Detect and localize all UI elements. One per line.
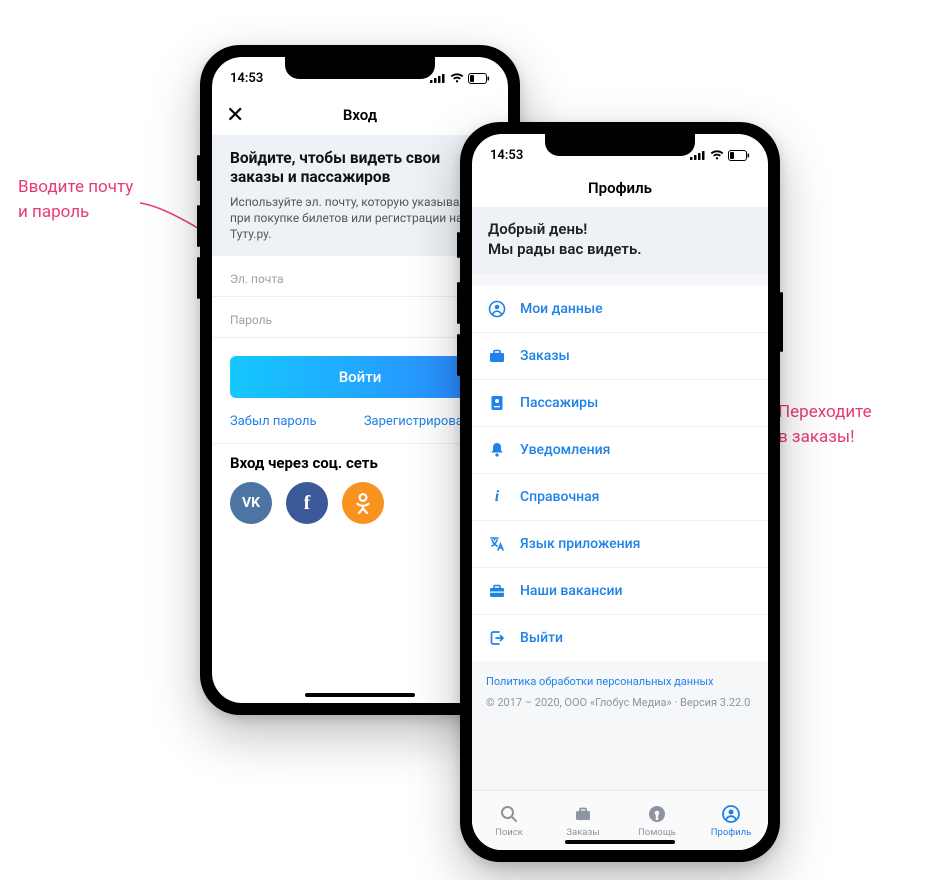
tab-search-label: Поиск [495,827,523,838]
ok-icon [354,492,372,514]
jobs-icon [488,582,506,600]
annotation-right-line2: в заказы! [778,425,872,450]
login-description: Используйте эл. почту, которую указывали… [230,194,490,243]
signal-icon [690,150,706,160]
nav-bar-profile: Профиль [472,172,768,207]
annotation-right: Переходите в заказы! [778,400,872,449]
menu-vacancies[interactable]: Наши вакансии [472,568,768,615]
wifi-icon [710,150,724,160]
nav-title-login: Вход [343,106,377,124]
tab-profile-label: Профиль [711,827,752,838]
annotation-left: Вводите почту и пароль [18,175,133,224]
help-icon [646,803,668,825]
annotation-left-line2: и пароль [18,200,133,225]
screen-profile: 14:53 Профиль Добрый день! Мы рады вас в… [472,134,768,850]
status-right [690,150,750,161]
notch [285,57,435,79]
login-heading: Войдите, чтобы видеть свои заказы и пасс… [230,149,490,188]
vk-icon: VK [242,495,260,511]
greeting-line1: Добрый день! [488,219,752,239]
greeting: Добрый день! Мы рады вас видеть. [472,207,768,274]
email-label: Эл. почта [230,272,490,286]
menu-my-data-label: Мои данные [520,301,603,317]
phone-profile: 14:53 Профиль Добрый день! Мы рады вас в… [460,122,780,862]
menu-my-data[interactable]: Мои данные [472,286,768,333]
menu-logout-label: Выйти [520,630,563,646]
language-icon [488,535,506,553]
menu-orders[interactable]: Заказы [472,333,768,380]
ok-button[interactable] [342,482,384,524]
bell-icon [488,441,506,459]
status-time: 14:53 [230,71,263,86]
greeting-line2: Мы рады вас видеть. [488,239,752,259]
person-icon [488,300,506,318]
home-indicator[interactable] [305,693,415,697]
menu-passengers[interactable]: Пассажиры [472,380,768,427]
menu-help-label: Справочная [520,489,599,505]
login-button[interactable]: Войти [230,356,490,398]
info-icon: i [488,488,506,506]
tab-help-label: Помощь [638,827,676,838]
menu-help[interactable]: i Справочная [472,474,768,521]
annotation-left-line1: Вводите почту [18,175,133,200]
wifi-icon [450,73,464,83]
password-label: Пароль [230,313,490,327]
search-icon [498,803,520,825]
status-right [430,73,490,84]
menu-language-label: Язык приложения [520,536,640,552]
menu-language[interactable]: Язык приложения [472,521,768,568]
briefcase-icon [488,347,506,365]
battery-icon [728,150,750,161]
vk-button[interactable]: VK [230,482,272,524]
login-button-label: Войти [339,368,382,386]
tab-search[interactable]: Поиск [472,791,546,850]
menu-notifications[interactable]: Уведомления [472,427,768,474]
facebook-icon: f [304,492,311,515]
profile-icon [720,803,742,825]
logout-icon [488,629,506,647]
notch [545,134,695,156]
home-indicator[interactable] [565,840,675,844]
forgot-link[interactable]: Забыл пароль [230,414,317,429]
status-time: 14:53 [490,148,523,163]
battery-icon [468,73,490,84]
orders-icon [572,803,594,825]
close-icon[interactable]: ✕ [226,103,244,128]
nav-bar-login: ✕ Вход [212,95,508,135]
profile-menu: Мои данные Заказы Пассажиры Уведомления … [472,286,768,661]
menu-notifications-label: Уведомления [520,442,610,458]
nav-title-profile: Профиль [588,179,652,197]
tab-orders-label: Заказы [566,827,599,838]
facebook-button[interactable]: f [286,482,328,524]
privacy-link[interactable]: Политика обработки персональных данных [472,661,768,692]
copyright: © 2017 – 2020, ООО «Глобус Медиа» · Верс… [472,692,768,719]
menu-orders-label: Заказы [520,348,570,364]
menu-vacancies-label: Наши вакансии [520,583,623,599]
tab-profile[interactable]: Профиль [694,791,768,850]
signal-icon [430,73,446,83]
annotation-right-line1: Переходите [778,400,872,425]
menu-passengers-label: Пассажиры [520,395,598,411]
menu-logout[interactable]: Выйти [472,615,768,661]
passport-icon [488,394,506,412]
